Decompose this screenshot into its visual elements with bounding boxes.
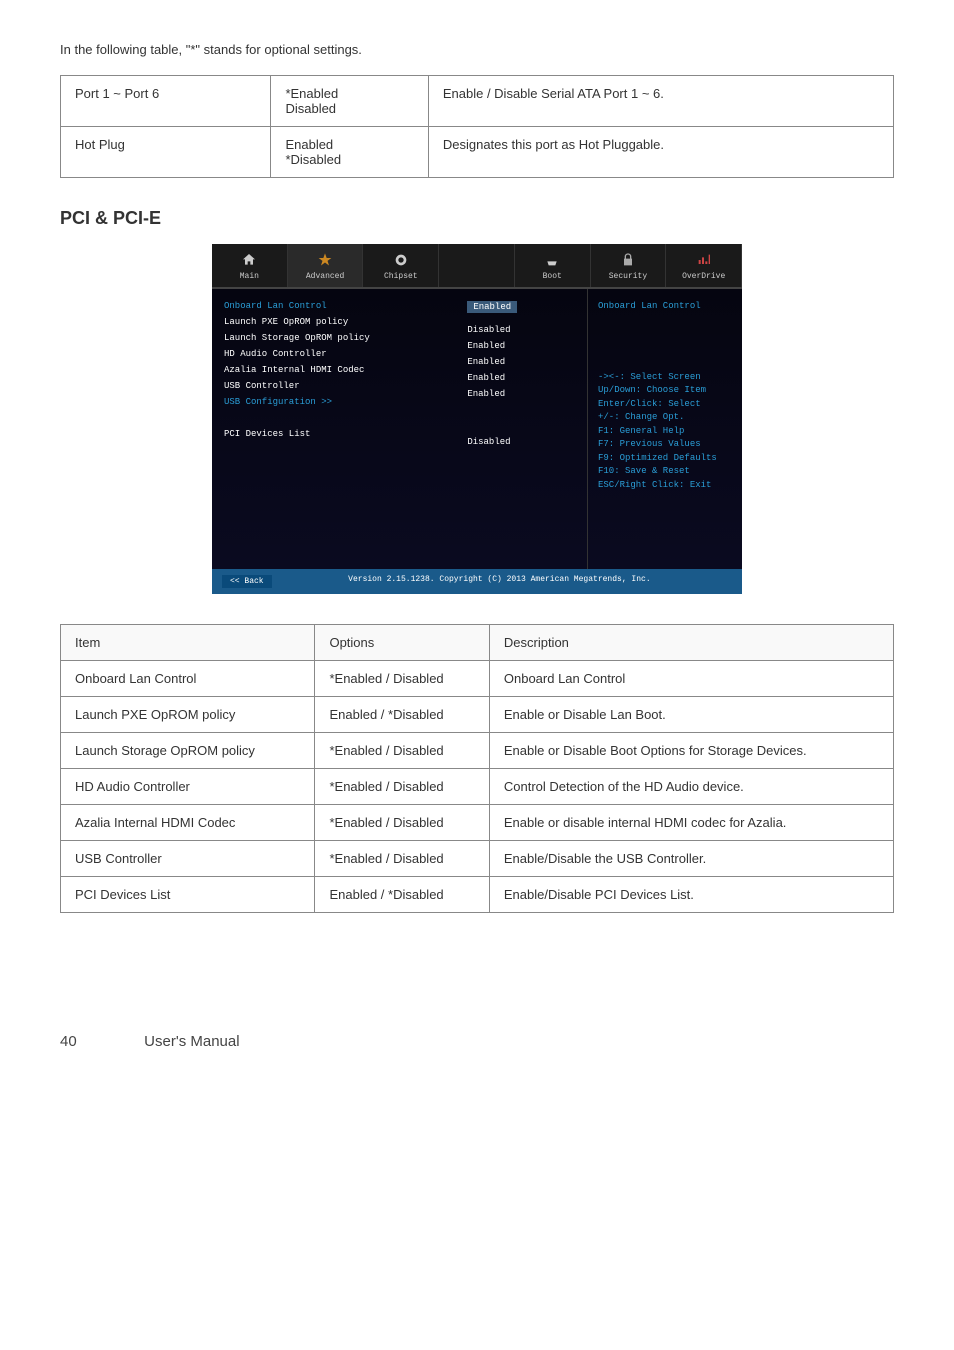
table-cell: Hot Plug <box>61 126 271 177</box>
table-row: Port 1 ~ Port 6*Enabled DisabledEnable /… <box>61 75 894 126</box>
bios-key-hint: F7: Previous Values <box>598 438 732 452</box>
table-cell: *Enabled / Disabled <box>315 840 489 876</box>
table-cell: HD Audio Controller <box>61 768 315 804</box>
table-cell: Onboard Lan Control <box>61 660 315 696</box>
tab-boot[interactable]: Boot <box>515 244 591 287</box>
tab-label: Main <box>240 272 259 281</box>
bios-value: Enabled <box>467 301 579 319</box>
bios-value <box>467 405 579 415</box>
tab-advanced[interactable]: Advanced <box>288 244 364 287</box>
tab-overdrive[interactable]: OverDrive <box>666 244 742 287</box>
table-cell: Enable or Disable Boot Options for Stora… <box>489 732 893 768</box>
table-cell: Enable or disable internal HDMI codec fo… <box>489 804 893 840</box>
bios-menu-item <box>224 413 447 423</box>
table-pci: ItemOptionsDescriptionOnboard Lan Contro… <box>60 624 894 913</box>
table-cell: *Enabled / Disabled <box>315 732 489 768</box>
table-header: Description <box>489 624 893 660</box>
bios-menu-item[interactable]: PCI Devices List <box>224 429 447 439</box>
table-cell: Enabled *Disabled <box>271 126 428 177</box>
page-number: 40 <box>60 1033 140 1050</box>
bios-value <box>467 421 579 431</box>
intro-text: In the following table, "*" stands for o… <box>60 40 894 60</box>
bios-value-panel: Enabled Disabled Enabled Enabled Enabled Enab… <box>459 289 587 569</box>
bios-value: Disabled <box>467 437 579 447</box>
table-cell: Launch PXE OpROM policy <box>61 696 315 732</box>
tab-label: Security <box>609 272 647 281</box>
table-cell: Port 1 ~ Port 6 <box>61 75 271 126</box>
bios-key-hint: ESC/Right Click: Exit <box>598 479 732 493</box>
bios-value: Disabled <box>467 325 579 335</box>
bios-left-panel: Onboard Lan Control Launch PXE OpROM poli… <box>212 289 459 569</box>
bios-key-hint: +/-: Change Opt. <box>598 411 732 425</box>
bios-help-title: Onboard Lan Control <box>598 301 732 311</box>
table-row: USB Controller*Enabled / DisabledEnable/… <box>61 840 894 876</box>
table-cell: Enabled / *Disabled <box>315 696 489 732</box>
bios-key-legend: -><-: Select ScreenUp/Down: Choose ItemE… <box>598 371 732 493</box>
table-header: Options <box>315 624 489 660</box>
table-cell: PCI Devices List <box>61 876 315 912</box>
bios-key-hint: F9: Optimized Defaults <box>598 452 732 466</box>
tab-security[interactable]: Security <box>591 244 667 287</box>
bios-menu-item[interactable]: Onboard Lan Control <box>224 301 447 311</box>
footer-label: User's Manual <box>144 1033 239 1050</box>
bios-value: Enabled <box>467 373 579 383</box>
tab-label: OverDrive <box>682 272 725 281</box>
bios-key-hint: F10: Save & Reset <box>598 465 732 479</box>
table-cell: Enable/Disable PCI Devices List. <box>489 876 893 912</box>
tab-label: Chipset <box>384 272 418 281</box>
table-row: Hot PlugEnabled *DisabledDesignates this… <box>61 126 894 177</box>
bios-value: Enabled <box>467 389 579 399</box>
bios-menu-item[interactable]: HD Audio Controller <box>224 349 447 359</box>
table-row: PCI Devices ListEnabled / *DisabledEnabl… <box>61 876 894 912</box>
table-cell: Azalia Internal HDMI Codec <box>61 804 315 840</box>
section-title: PCI & PCI-E <box>60 208 894 229</box>
table-coolsmart: Port 1 ~ Port 6*Enabled DisabledEnable /… <box>60 75 894 178</box>
tab-label: Boot <box>543 272 562 281</box>
table-row: Launch Storage OpROM policy*Enabled / Di… <box>61 732 894 768</box>
table-cell: Designates this port as Hot Pluggable. <box>428 126 893 177</box>
table-cell: *Enabled / Disabled <box>315 768 489 804</box>
tab-label: Advanced <box>306 272 344 281</box>
spacer <box>727 575 732 588</box>
table-header: Item <box>61 624 315 660</box>
back-button[interactable]: << Back <box>222 575 272 588</box>
table-cell: *Enabled / Disabled <box>315 804 489 840</box>
table-cell: *Enabled / Disabled <box>315 660 489 696</box>
bios-key-hint: Enter/Click: Select <box>598 398 732 412</box>
bios-menu-item[interactable]: USB Controller <box>224 381 447 391</box>
table-row: HD Audio Controller*Enabled / DisabledCo… <box>61 768 894 804</box>
table-cell: USB Controller <box>61 840 315 876</box>
table-cell: Enable/Disable the USB Controller. <box>489 840 893 876</box>
bios-key-hint: -><-: Select Screen <box>598 371 732 385</box>
bios-value: Enabled <box>467 357 579 367</box>
bios-screenshot: Main Advanced Chipset Boot Security Over… <box>212 244 742 594</box>
bios-footer: << Back Version 2.15.1238. Copyright (C)… <box>212 569 742 594</box>
page-footer: 40 User's Manual <box>60 1033 894 1050</box>
bios-nav: Main Advanced Chipset Boot Security Over… <box>212 244 742 289</box>
tab-main[interactable]: Main <box>212 244 288 287</box>
table-cell: Launch Storage OpROM policy <box>61 732 315 768</box>
tab-empty <box>439 244 515 287</box>
table-row: Azalia Internal HDMI Codec*Enabled / Dis… <box>61 804 894 840</box>
bios-key-hint: F1: General Help <box>598 425 732 439</box>
tab-chipset[interactable]: Chipset <box>363 244 439 287</box>
table-cell: Onboard Lan Control <box>489 660 893 696</box>
bios-version: Version 2.15.1238. Copyright (C) 2013 Am… <box>348 575 650 588</box>
bios-menu-item[interactable]: Azalia Internal HDMI Codec <box>224 365 447 375</box>
bios-menu-item[interactable]: USB Configuration >> <box>224 397 447 407</box>
table-cell: Enable or Disable Lan Boot. <box>489 696 893 732</box>
bios-menu-item[interactable]: Launch PXE OpROM policy <box>224 317 447 327</box>
bios-value: Enabled <box>467 341 579 351</box>
bios-key-hint: Up/Down: Choose Item <box>598 384 732 398</box>
bios-menu-item[interactable]: Launch Storage OpROM policy <box>224 333 447 343</box>
table-row: Onboard Lan Control*Enabled / DisabledOn… <box>61 660 894 696</box>
table-cell: *Enabled Disabled <box>271 75 428 126</box>
table-cell: Enabled / *Disabled <box>315 876 489 912</box>
bios-help-panel: Onboard Lan Control -><-: Select ScreenU… <box>587 289 742 569</box>
table-row: Launch PXE OpROM policyEnabled / *Disabl… <box>61 696 894 732</box>
table-cell: Control Detection of the HD Audio device… <box>489 768 893 804</box>
table-cell: Enable / Disable Serial ATA Port 1 ~ 6. <box>428 75 893 126</box>
